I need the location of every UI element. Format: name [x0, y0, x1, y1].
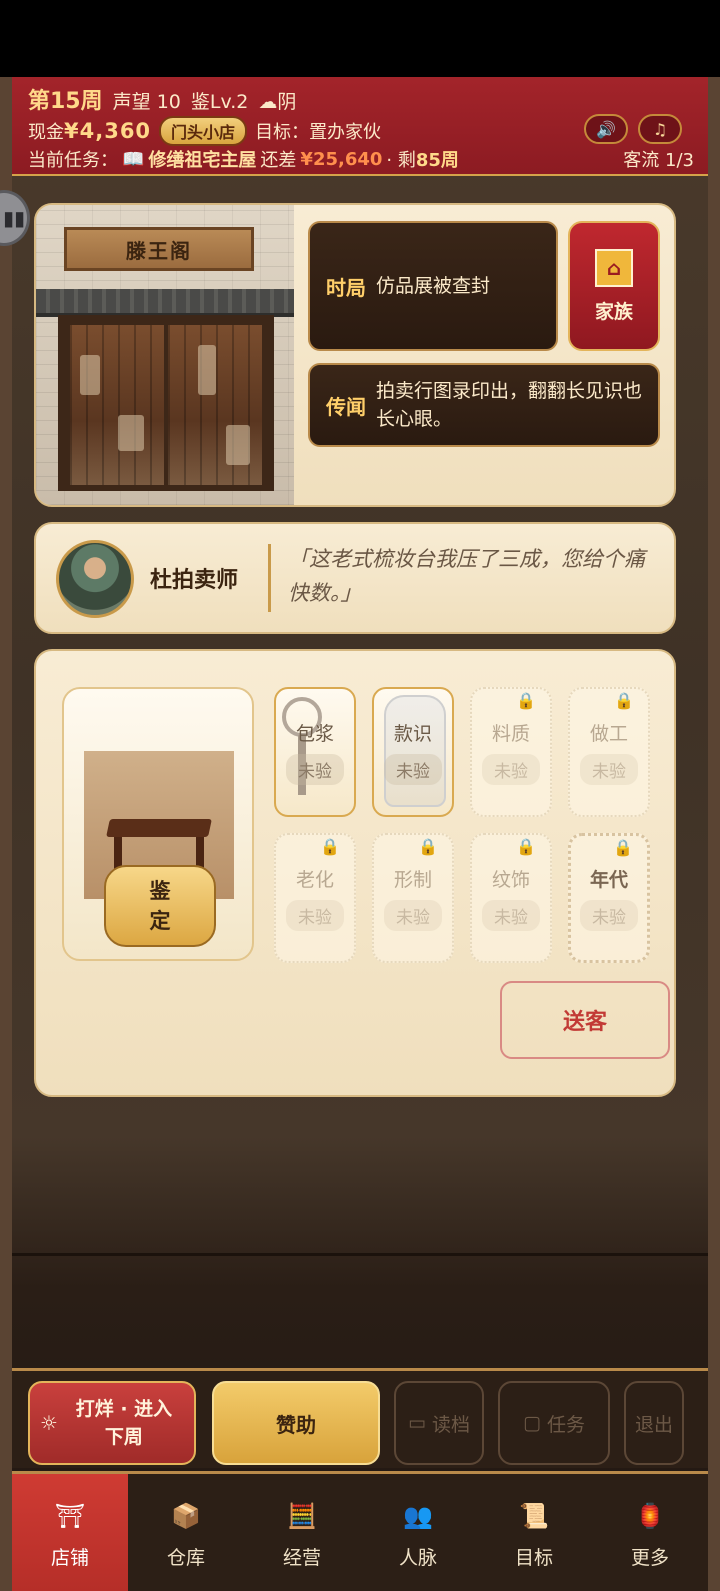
npc-name: 杜拍卖师 — [150, 568, 239, 593]
tab-warehouse[interactable]: 📦 仓库 — [128, 1474, 244, 1591]
attr-inscription[interactable]: 款识 未验 — [372, 687, 454, 817]
load-save-button[interactable]: ▭ 读档 — [394, 1381, 484, 1465]
tab-more[interactable]: 🏮 更多 — [592, 1474, 708, 1591]
lock-icon: 🔒 — [320, 837, 340, 856]
shop-info-panel: 滕王阁 时局 仿品展被查封 ⌂ 家族 传闻 拍卖行图录印出，翻翻长见识也长心眼。 — [34, 203, 676, 507]
tab-contacts[interactable]: 👥 人脉 — [360, 1474, 476, 1591]
more-icon: 🏮 — [635, 1501, 665, 1530]
book-icon: 📖 — [122, 148, 145, 170]
jar-icon — [384, 695, 446, 807]
situation-text: 仿品展被查封 — [376, 275, 491, 297]
tab-business[interactable]: 🧮 经营 — [244, 1474, 360, 1591]
family-button[interactable]: ⌂ 家族 — [568, 221, 660, 351]
exit-button[interactable]: 退出 — [624, 1381, 684, 1465]
appraisal-level: 鉴Lv.2 — [190, 91, 249, 113]
lock-icon: 🔒 — [516, 691, 536, 710]
attr-material[interactable]: 🔒 料质 未验 — [470, 687, 552, 817]
npc-quote: 「这老式梳妆台我压了三成，您给个痛快数。」 — [288, 547, 645, 605]
sponsor-button[interactable]: 赞助 — [212, 1381, 380, 1465]
identify-button[interactable]: 鉴定 — [104, 865, 216, 947]
attr-era[interactable]: 🔒 年代 未验 — [568, 833, 650, 963]
lock-icon: 🔒 — [614, 691, 634, 710]
rumor-box: 传闻 拍卖行图录印出，翻翻长见识也长心眼。 — [308, 363, 660, 447]
status-row-2: 现金¥4,360 门头小店 目标：置办家伙 — [28, 116, 381, 146]
family-house-icon: ⌂ — [595, 248, 633, 287]
week-counter: 第15周 — [28, 89, 103, 114]
floor-edge — [12, 1253, 708, 1256]
cloud-icon: ☁ — [258, 91, 278, 113]
weather: ☁阴 — [258, 91, 297, 113]
close-shop-next-week-button[interactable]: ☼ 打烊 · 进入 下周 — [28, 1381, 196, 1465]
task-icon: ▢ — [523, 1412, 541, 1434]
family-label: 家族 — [594, 300, 633, 323]
bottom-tab-bar: ⛩ 店铺 📦 仓库 🧮 经营 👥 人脉 📜 目标 🏮 更多 — [12, 1471, 708, 1591]
lock-icon: 🔒 — [418, 837, 438, 856]
sun-icon: ☼ — [40, 1411, 58, 1435]
tasks-button[interactable]: ▢ 任务 — [498, 1381, 610, 1465]
tab-shop[interactable]: ⛩ 店铺 — [12, 1474, 128, 1591]
attr-craftsmanship[interactable]: 🔒 做工 未验 — [568, 687, 650, 817]
situation-tag: 时局 — [326, 275, 366, 300]
task-name: 修缮祖宅主屋 — [148, 150, 257, 171]
shop-front-image: 滕王阁 — [36, 205, 294, 505]
shop-sign: 滕王阁 — [64, 227, 254, 271]
contacts-icon: 👥 — [403, 1501, 433, 1530]
send-off-button[interactable]: 送客 — [500, 981, 670, 1059]
situation-box: 时局 仿品展被查封 — [308, 221, 558, 351]
business-icon: 🧮 — [287, 1501, 317, 1530]
status-row-1: 第15周 声望 10 鉴Lv.2 ☁阴 — [28, 83, 296, 115]
attr-shape[interactable]: 🔒 形制 未验 — [372, 833, 454, 963]
speaker-icon: 🔊 — [596, 119, 616, 139]
rumor-tag: 传闻 — [326, 394, 366, 419]
customer-flow: 客流 1/3 — [623, 150, 694, 171]
door-left — [70, 325, 164, 485]
folder-icon: ▭ — [408, 1412, 426, 1434]
tab-goal[interactable]: 📜 目标 — [476, 1474, 592, 1591]
npc-avatar[interactable] — [56, 540, 134, 618]
door-frame — [58, 315, 274, 491]
reputation: 声望 10 — [112, 91, 181, 113]
status-header: 第15周 声望 10 鉴Lv.2 ☁阴 现金¥4,360 门头小店 目标：置办家… — [12, 77, 708, 176]
music-button[interactable]: ♫ — [638, 114, 682, 144]
rumor-text: 拍卖行图录印出，翻翻长见识也长心眼。 — [376, 380, 643, 430]
attr-pattern[interactable]: 🔒 纹饰 未验 — [470, 833, 552, 963]
right-frame — [706, 77, 720, 1591]
divider — [268, 544, 271, 612]
owe-amount: ¥25,640 — [300, 148, 383, 170]
npc-panel: 杜拍卖师 「这老式梳妆台我压了三成，您给个痛快数。」 — [34, 522, 676, 634]
cash: 现金¥4,360 — [28, 119, 152, 143]
appraisal-panel: 鉴定 包浆 未验 款识 未验 🔒 料质 未验 🔒 做工 未验 🔒 老化 未验 🔒… — [34, 649, 676, 1097]
roof — [36, 289, 294, 317]
door-right — [168, 325, 262, 485]
game-screen: 第15周 声望 10 鉴Lv.2 ☁阴 现金¥4,360 门头小店 目标：置办家… — [12, 77, 708, 1591]
attr-aging[interactable]: 🔒 老化 未验 — [274, 833, 356, 963]
warehouse-icon: 📦 — [171, 1501, 201, 1530]
weeks-left: · 剩85周 — [386, 150, 459, 171]
goal-icon: 📜 — [519, 1501, 549, 1530]
action-bar: ☼ 打烊 · 进入 下周 赞助 ▭ 读档 ▢ 任务 退出 — [12, 1368, 708, 1468]
current-task[interactable]: 当前任务： 📖 修缮祖宅主屋 还差 ¥25,640 · 剩85周 — [28, 146, 459, 172]
attr-patina[interactable]: 包浆 未验 — [274, 687, 356, 817]
sound-button[interactable]: 🔊 — [584, 114, 628, 144]
goal: 目标：置办家伙 — [255, 122, 382, 143]
music-note-icon: ♫ — [652, 119, 668, 139]
item-card: 鉴定 — [62, 687, 254, 961]
lock-icon: 🔒 — [613, 838, 633, 857]
shop-icon: ⛩ — [54, 1501, 86, 1530]
shop-level-badge[interactable]: 门头小店 — [159, 116, 248, 146]
lock-icon: 🔒 — [516, 837, 536, 856]
